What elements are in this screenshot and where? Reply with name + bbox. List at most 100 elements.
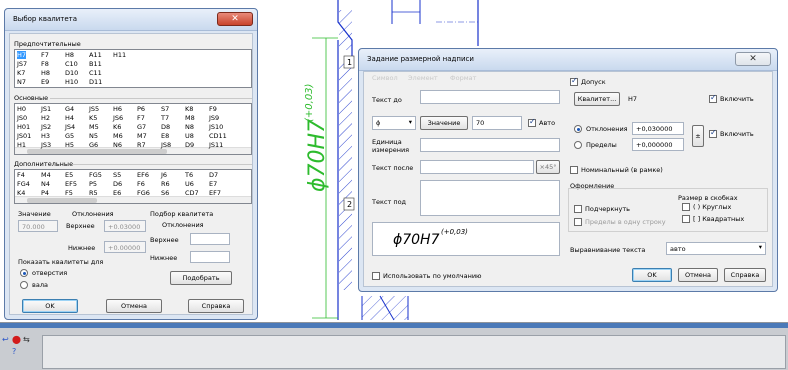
kvalitet-cell[interactable]: EF7 [209,189,221,197]
kvalitet-cell[interactable]: D6 [113,180,122,188]
menu-symbol[interactable]: Символ [372,74,398,82]
text-after-field[interactable] [420,160,534,174]
include-deviations-checkbox[interactable] [709,128,717,138]
round-checkbox[interactable] [682,203,690,211]
kvalitet-cell[interactable]: B11 [89,60,102,68]
kvalitet-cell[interactable]: D10 [65,69,78,77]
kvalitet-cell[interactable]: H1 [17,141,26,149]
kvalitet-cell[interactable]: H8 [65,51,74,59]
kvalitet-cell[interactable]: F7 [41,51,49,59]
kvalitet-cell[interactable]: JS3 [41,141,51,149]
tolerance-checkbox[interactable] [570,76,578,86]
kvalitet-cell[interactable]: C10 [65,60,78,68]
kvalitet-cell[interactable]: K6 [113,123,121,131]
kvalitet-cell[interactable]: H0 [17,105,26,113]
help-button[interactable]: Справка [724,268,766,282]
additional-scrollbar[interactable] [15,196,251,203]
kvalitet-cell[interactable]: N6 [113,141,122,149]
kvalitet-cell[interactable]: K8 [185,105,193,113]
kvalitet-cell[interactable]: N5 [89,132,98,140]
kvalitet-cell[interactable]: FG5 [89,171,102,179]
dimension-text[interactable]: ϕ70H7 [305,119,330,192]
auto-checkbox[interactable] [528,117,536,127]
kvalitet-cell[interactable]: CD11 [209,132,227,140]
stop-icon[interactable]: ⬤ [12,335,21,345]
kvalitet-cell[interactable]: H3 [41,132,50,140]
kvalitet-cell[interactable]: F6 [137,180,145,188]
kvalitet-cell[interactable]: F5 [65,189,73,197]
square-checkbox[interactable] [682,215,690,223]
radio-limits[interactable] [574,141,582,149]
kvalitet-cell[interactable]: JS1 [41,105,51,113]
cancel-button[interactable]: Отмена [106,299,162,313]
kvalitet-cell[interactable]: E7 [209,180,217,188]
kvalitet-cell[interactable]: P5 [89,180,97,188]
format-icon[interactable]: ⇆ [23,335,30,345]
text-under-field[interactable] [420,180,560,216]
value-button[interactable]: Значение [420,116,468,130]
angle-button[interactable]: ×45° [536,160,560,174]
kvalitet-cell[interactable]: N8 [185,123,194,131]
kvalitet-cell[interactable]: F7 [137,114,145,122]
kvalitet-cell[interactable]: JS4 [65,123,75,131]
kvalitet-cell[interactable]: K4 [17,189,25,197]
kvalitet-cell[interactable]: U8 [185,132,194,140]
text-before-field[interactable] [420,90,560,104]
kvalitet-cell[interactable]: F4 [17,171,25,179]
sel-lower-field[interactable] [190,251,230,263]
menu-format[interactable]: Формат [450,74,476,82]
pick-button[interactable]: Подобрать [170,271,232,285]
kvalitet-cell[interactable]: M5 [89,123,99,131]
kvalitet-cell[interactable]: JS11 [209,141,223,149]
kvalitet-cell[interactable]: JS0 [17,114,27,122]
kvalitet-cell[interactable]: JS01 [17,132,31,140]
limits-one-line-checkbox[interactable] [574,218,582,226]
kvalitet-cell[interactable]: D7 [209,171,218,179]
kvalitet-cell[interactable]: E5 [65,171,73,179]
kvalitet-cell[interactable]: G5 [65,132,74,140]
additional-grid[interactable]: F4 M4 E5 FG5 S5 EF6 J6 T6 D7 FG4 N4 EF5 P5 D6 F6 R6 U6 E7… [14,169,252,204]
kvalitet-cell[interactable]: N4 [41,180,50,188]
kvalitet-cell[interactable]: D8 [161,123,170,131]
kvalitet-cell[interactable]: G4 [65,105,74,113]
kvalitet-cell[interactable]: C11 [89,69,102,77]
kvalitet-cell[interactable]: F9 [209,105,217,113]
help-icon[interactable]: ? [12,347,16,357]
kvalitet-cell[interactable]: EF6 [137,171,149,179]
include-checkbox[interactable] [709,93,717,103]
kvalitet-cell[interactable]: G7 [137,123,146,131]
kvalitet-cell[interactable]: M8 [185,114,195,122]
kvalitet-cell[interactable]: S5 [113,171,121,179]
ok-button[interactable]: OK [22,299,78,313]
kvalitet-cell[interactable]: D9 [185,141,194,149]
kvalitet-cell[interactable]: U6 [185,180,194,188]
kvalitet-cell[interactable]: H5 [65,141,74,149]
plusminus-button[interactable]: ± [692,125,704,147]
unit-field[interactable] [420,138,560,152]
radio-shaft[interactable] [20,281,28,289]
dimension-tolerance[interactable]: (+0,03) [304,84,315,122]
kvalitet-cell[interactable]: A11 [89,51,102,59]
kvalitet-cell[interactable]: JS8 [161,141,171,149]
sel-upper-field[interactable] [190,233,230,245]
align-select[interactable]: авто ▾ [666,242,766,255]
kvalitet-cell[interactable]: JS7 [17,60,27,68]
kvalitet-cell[interactable]: CD7 [185,189,199,197]
value-field[interactable]: 70 [472,116,522,130]
kvalitet-cell[interactable]: JS5 [89,105,99,113]
close-icon[interactable]: ✕ [735,52,771,66]
kvalitet-cell[interactable]: JS10 [209,123,223,131]
symbol-select[interactable]: ϕ ▾ [372,116,416,130]
dev-lower-field[interactable]: +0,000000 [632,138,684,151]
ok-button[interactable]: OK [632,268,672,282]
kvalitet-cell[interactable]: JS9 [209,114,219,122]
radio-deviations[interactable] [574,125,582,133]
kvalitet-cell[interactable]: P6 [137,105,145,113]
kvalitet-cell[interactable]: T7 [161,114,169,122]
kvalitet-cell[interactable]: M7 [137,132,147,140]
kvalitet-cell[interactable]: JS6 [113,114,123,122]
kvalitet-cell[interactable]: H11 [113,51,126,59]
kvalitet-cell[interactable]: M6 [113,132,123,140]
preferred-grid[interactable]: H7 F7 H8 A11 H11 JS7 F8 C10 B11 K7 H8 D10 C11 N7 E9 H10… [14,49,252,88]
kvalitet-cell[interactable]: D11 [89,78,102,86]
